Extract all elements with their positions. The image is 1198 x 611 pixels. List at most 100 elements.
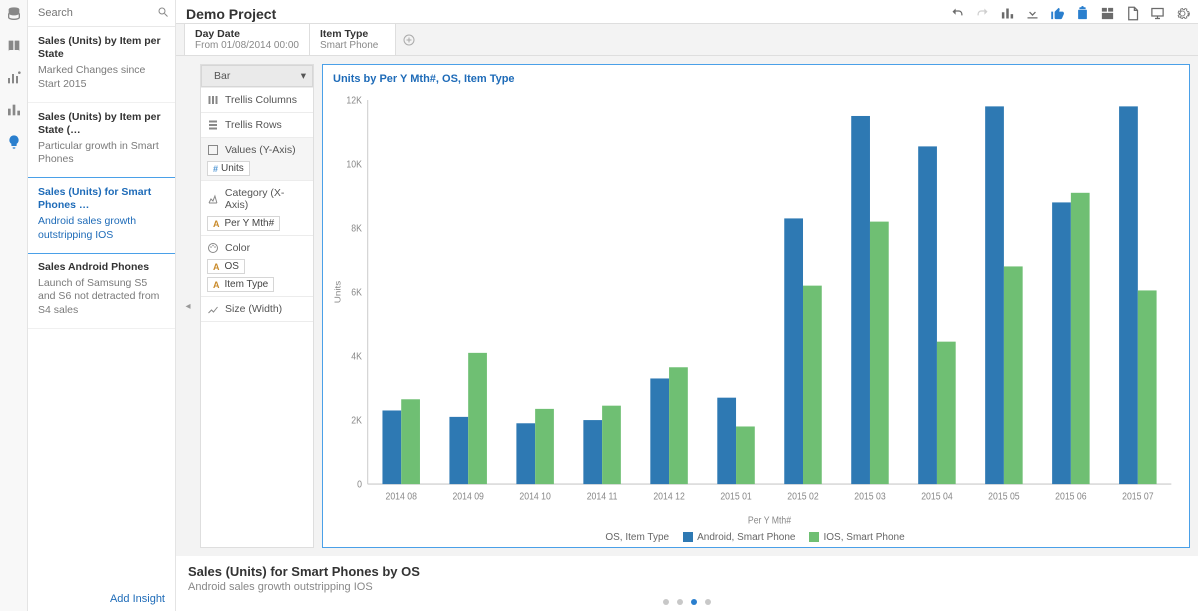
pager-dot[interactable]	[705, 599, 711, 605]
search-input[interactable]	[28, 0, 175, 26]
bar[interactable]	[1119, 106, 1138, 484]
insight-title: Sales (Units) by Item per State (…	[38, 111, 165, 137]
svg-text:12K: 12K	[346, 95, 362, 106]
sidebar: Sales (Units) by Item per StateMarked Ch…	[28, 0, 176, 611]
bar[interactable]	[1138, 290, 1157, 484]
bar[interactable]	[1052, 202, 1071, 484]
bar[interactable]	[382, 410, 401, 484]
bar[interactable]	[803, 286, 822, 484]
tab-label: Day Date	[195, 28, 299, 40]
canvas: ◂ Bar ▾ Trellis Columns	[176, 56, 1198, 556]
bar[interactable]	[468, 353, 487, 484]
bar[interactable]	[985, 106, 1004, 484]
svg-text:Units: Units	[333, 280, 342, 303]
insight-item[interactable]: Sales (Units) by Item per State (…Partic…	[28, 103, 175, 179]
trellis-rows[interactable]: Trellis Rows	[207, 117, 307, 133]
viz-config-panel: Bar ▾ Trellis Columns Trellis Rows	[200, 64, 314, 548]
insight-item[interactable]: Sales Android PhonesLaunch of Samsung S5…	[28, 253, 175, 329]
bar[interactable]	[851, 116, 870, 484]
stats-icon[interactable]	[6, 70, 22, 86]
icon-rail	[0, 0, 28, 611]
bar[interactable]	[602, 406, 621, 484]
category-icon	[207, 193, 219, 205]
bar[interactable]	[516, 423, 535, 484]
bar[interactable]	[918, 146, 937, 484]
tab-sub: Smart Phone	[320, 40, 385, 52]
pager-dot[interactable]	[677, 599, 683, 605]
category-label: Category (X-Axis)	[225, 187, 307, 211]
bar[interactable]	[784, 218, 803, 484]
insight-item[interactable]: Sales (Units) by Item per StateMarked Ch…	[28, 27, 175, 103]
color-pill-itemtype[interactable]: AItem Type	[207, 277, 274, 292]
layout-icon[interactable]	[1100, 6, 1115, 21]
bar[interactable]	[870, 222, 889, 484]
tab-item-type[interactable]: Item Type Smart Phone	[310, 23, 396, 55]
insight-title: Sales (Units) by Item per State	[38, 35, 165, 61]
bar[interactable]	[736, 426, 755, 484]
trellis-columns[interactable]: Trellis Columns	[207, 92, 307, 108]
chart-body: 02K4K6K8K10K12KUnits2014 082014 092014 1…	[329, 89, 1181, 528]
thumbs-up-icon[interactable]	[1050, 6, 1065, 21]
bar[interactable]	[535, 409, 554, 484]
values-pill-units[interactable]: #Units	[207, 161, 250, 176]
size-label: Size (Width)	[225, 303, 282, 315]
svg-text:8K: 8K	[351, 223, 362, 234]
trellis-rows-label: Trellis Rows	[225, 119, 282, 131]
bar[interactable]	[583, 420, 602, 484]
book-icon[interactable]	[6, 38, 22, 54]
insight-desc: Launch of Samsung S5 and S6 not detracte…	[38, 277, 165, 318]
values-label: Values (Y-Axis)	[225, 144, 296, 156]
add-insight-link[interactable]: Add Insight	[28, 587, 175, 611]
svg-text:2015 06: 2015 06	[1055, 491, 1086, 502]
trellis-columns-label: Trellis Columns	[225, 94, 297, 106]
bar[interactable]	[669, 367, 688, 484]
lightbulb-icon[interactable]	[6, 134, 22, 150]
bar[interactable]	[1004, 266, 1023, 484]
bars-icon[interactable]	[6, 102, 22, 118]
database-icon[interactable]	[6, 6, 22, 22]
pager-dot[interactable]	[663, 599, 669, 605]
values-icon	[207, 144, 219, 156]
gear-icon[interactable]	[1175, 6, 1190, 21]
svg-text:2015 02: 2015 02	[787, 491, 818, 502]
bar[interactable]	[1071, 193, 1090, 484]
search-box[interactable]	[28, 0, 175, 27]
bar[interactable]	[650, 378, 669, 484]
present-icon[interactable]	[1150, 6, 1165, 21]
collapse-config-handle[interactable]: ◂	[184, 64, 192, 548]
viz-type-dropdown[interactable]: Bar ▾	[201, 65, 313, 87]
main: Demo Project Day Date From 01/08/2014 00…	[176, 0, 1198, 611]
category-section[interactable]: Category (X-Axis)	[207, 185, 307, 213]
svg-text:10K: 10K	[346, 159, 362, 170]
legend-item-android[interactable]: Android, Smart Phone	[683, 532, 795, 543]
footer-title: Sales (Units) for Smart Phones by OS	[188, 564, 1186, 579]
project-title: Demo Project	[186, 6, 276, 22]
svg-text:4K: 4K	[351, 351, 362, 362]
insight-item[interactable]: Sales (Units) for Smart Phones …Android …	[28, 177, 175, 254]
download-icon[interactable]	[1025, 6, 1040, 21]
plus-icon	[403, 34, 415, 46]
tab-day-date[interactable]: Day Date From 01/08/2014 00:00	[184, 23, 310, 55]
bars2-icon[interactable]	[1000, 6, 1015, 21]
category-pill[interactable]: APer Y Mth#	[207, 216, 280, 231]
bar[interactable]	[937, 342, 956, 484]
color-pill-os[interactable]: AOS	[207, 259, 245, 274]
chart-card: Units by Per Y Mth#, OS, Item Type 02K4K…	[322, 64, 1190, 548]
legend-item-ios[interactable]: IOS, Smart Phone	[809, 532, 904, 543]
bar[interactable]	[449, 417, 468, 484]
chart-title: Units by Per Y Mth#, OS, Item Type	[329, 71, 1181, 89]
size-section[interactable]: Size (Width)	[207, 301, 307, 317]
values-section[interactable]: Values (Y-Axis)	[207, 142, 307, 158]
color-section[interactable]: Color	[207, 240, 307, 256]
insight-desc: Android sales growth outstripping IOS	[38, 215, 165, 242]
bar[interactable]	[717, 398, 736, 484]
undo-icon[interactable]	[950, 6, 965, 21]
pager-dot[interactable]	[691, 599, 697, 605]
add-tab-button[interactable]	[396, 24, 422, 55]
redo-icon[interactable]	[975, 6, 990, 21]
bar[interactable]	[401, 399, 420, 484]
insight-footer: Sales (Units) for Smart Phones by OS And…	[176, 556, 1198, 611]
page-icon[interactable]	[1125, 6, 1140, 21]
svg-text:2015 05: 2015 05	[988, 491, 1019, 502]
clipboard-icon[interactable]	[1075, 6, 1090, 21]
